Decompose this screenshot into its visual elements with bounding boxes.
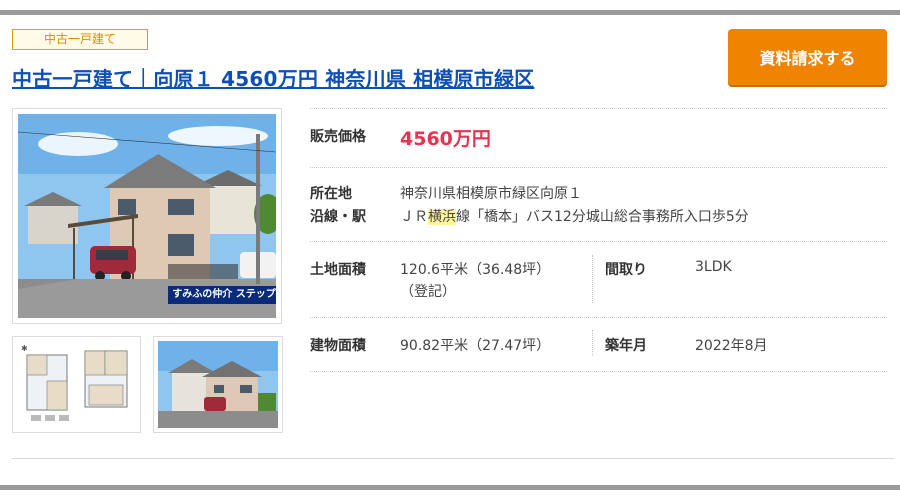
built-date-value: 2022年8月 [695,338,768,354]
row-divider [310,108,887,109]
line-station-value: ＪＲ横浜線「橋本」バス12分城山総合事務所入口歩5分 [400,209,749,225]
price-value: 4560万円 [400,128,491,150]
layout-value: 3LDK [695,259,732,275]
location-label: 所在地 [310,186,352,202]
layout-label: 間取り [605,262,647,278]
row-divider [310,371,887,372]
floorplan-thumbnail[interactable]: ✱ [12,336,141,433]
photo-watermark-logo: すみふの仲介 ステップ [172,289,276,300]
request-materials-button[interactable]: 資料請求する [728,29,887,85]
location-value: 神奈川県相模原市緑区向原１ [400,186,582,202]
price-label: 販売価格 [310,129,366,145]
built-date-label: 築年月 [605,338,647,354]
footer-divider [12,458,894,459]
building-area-label: 建物面積 [310,338,366,354]
column-divider [592,330,593,356]
row-divider [310,317,887,318]
land-area-label: 土地面積 [310,262,366,278]
bottom-rule [0,485,900,490]
svg-text:✱: ✱ [21,344,28,353]
land-area-value: 120.6平米（36.48坪） [400,262,551,278]
exterior-photo-thumbnail[interactable] [153,336,283,433]
line-station-label: 沿線・駅 [310,209,366,225]
property-type-badge: 中古一戸建て [12,29,148,50]
top-rule [0,10,900,15]
land-area-note: （登記） [400,284,456,300]
main-property-photo[interactable]: すみふの仲介 ステップ [12,108,282,324]
column-divider [592,255,593,303]
listing-title-link[interactable]: 中古一戸建て｜向原１ 4560万円 神奈川県 相模原市緑区 [12,63,534,92]
row-divider [310,167,887,168]
row-divider [310,241,887,242]
building-area-value: 90.82平米（27.47坪） [400,338,551,354]
highlighted-keyword: 横浜 [428,209,456,225]
